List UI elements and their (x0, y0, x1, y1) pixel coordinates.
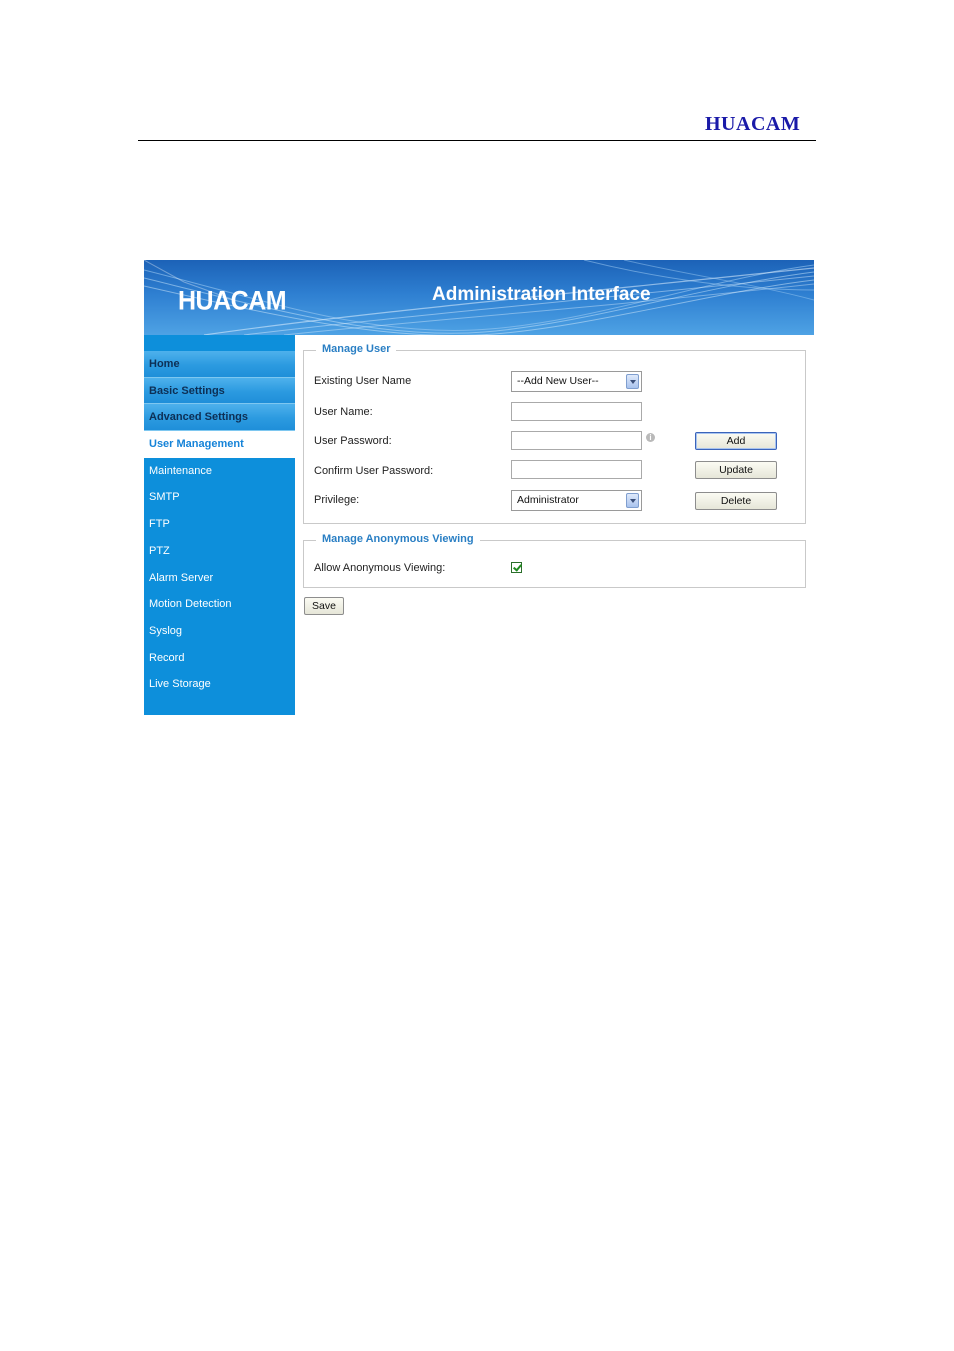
sidebar-item-motion-detection[interactable]: Motion Detection (144, 591, 295, 618)
user-password-label: User Password: (314, 435, 392, 447)
main-content: Manage User Existing User Name --Add New… (295, 335, 814, 715)
user-name-label: User Name: (314, 406, 373, 418)
sidebar-item-ftp[interactable]: FTP (144, 511, 295, 538)
existing-user-value: --Add New User-- (517, 375, 599, 387)
sidebar-item-live-storage[interactable]: Live Storage (144, 671, 295, 698)
add-button[interactable]: Add (695, 432, 777, 450)
allow-anonymous-label: Allow Anonymous Viewing: (314, 562, 446, 574)
user-name-input[interactable] (511, 402, 642, 421)
banner-title: Administration Interface (432, 284, 651, 305)
sidebar-item-ptz[interactable]: PTZ (144, 538, 295, 565)
chevron-down-icon (626, 493, 639, 508)
update-button[interactable]: Update (695, 461, 777, 479)
admin-window: HUACAM Administration Interface Home Bas… (144, 260, 814, 715)
sidebar-item-record[interactable]: Record (144, 645, 295, 672)
header-rule (138, 140, 816, 141)
existing-user-select[interactable]: --Add New User-- (511, 371, 642, 392)
sidebar-item-basic-settings[interactable]: Basic Settings (144, 377, 295, 405)
confirm-password-label: Confirm User Password: (314, 465, 434, 477)
existing-user-label: Existing User Name (314, 375, 412, 387)
privilege-label: Privilege: (314, 494, 360, 506)
document-brand: HUACAM (705, 113, 801, 135)
sidebar-item-alarm-server[interactable]: Alarm Server (144, 565, 295, 592)
anonymous-viewing-section: Manage Anonymous Viewing Allow Anonymous… (303, 533, 806, 588)
info-icon: i (646, 433, 655, 442)
delete-button[interactable]: Delete (695, 492, 777, 510)
manage-user-section: Manage User Existing User Name --Add New… (303, 343, 806, 524)
sidebar-item-advanced-settings[interactable]: Advanced Settings (144, 404, 295, 432)
sidebar-item-home[interactable]: Home (144, 351, 295, 378)
banner: HUACAM Administration Interface (144, 260, 814, 335)
sidebar-item-smtp[interactable]: SMTP (144, 484, 295, 511)
confirm-password-input[interactable] (511, 460, 642, 479)
user-password-input[interactable] (511, 431, 642, 450)
privilege-select[interactable]: Administrator (511, 490, 642, 511)
manage-user-legend: Manage User (316, 343, 397, 355)
anonymous-viewing-legend: Manage Anonymous Viewing (316, 533, 480, 545)
chevron-down-icon (626, 374, 639, 389)
banner-logo: HUACAM (178, 285, 287, 317)
sidebar-item-syslog[interactable]: Syslog (144, 618, 295, 645)
save-button[interactable]: Save (304, 597, 344, 615)
sidebar: Home Basic Settings Advanced Settings Us… (144, 335, 295, 715)
privilege-value: Administrator (517, 494, 579, 506)
allow-anonymous-checkbox[interactable] (511, 562, 522, 573)
sidebar-item-user-management[interactable]: User Management (144, 431, 295, 458)
sidebar-item-maintenance[interactable]: Maintenance (144, 458, 295, 485)
